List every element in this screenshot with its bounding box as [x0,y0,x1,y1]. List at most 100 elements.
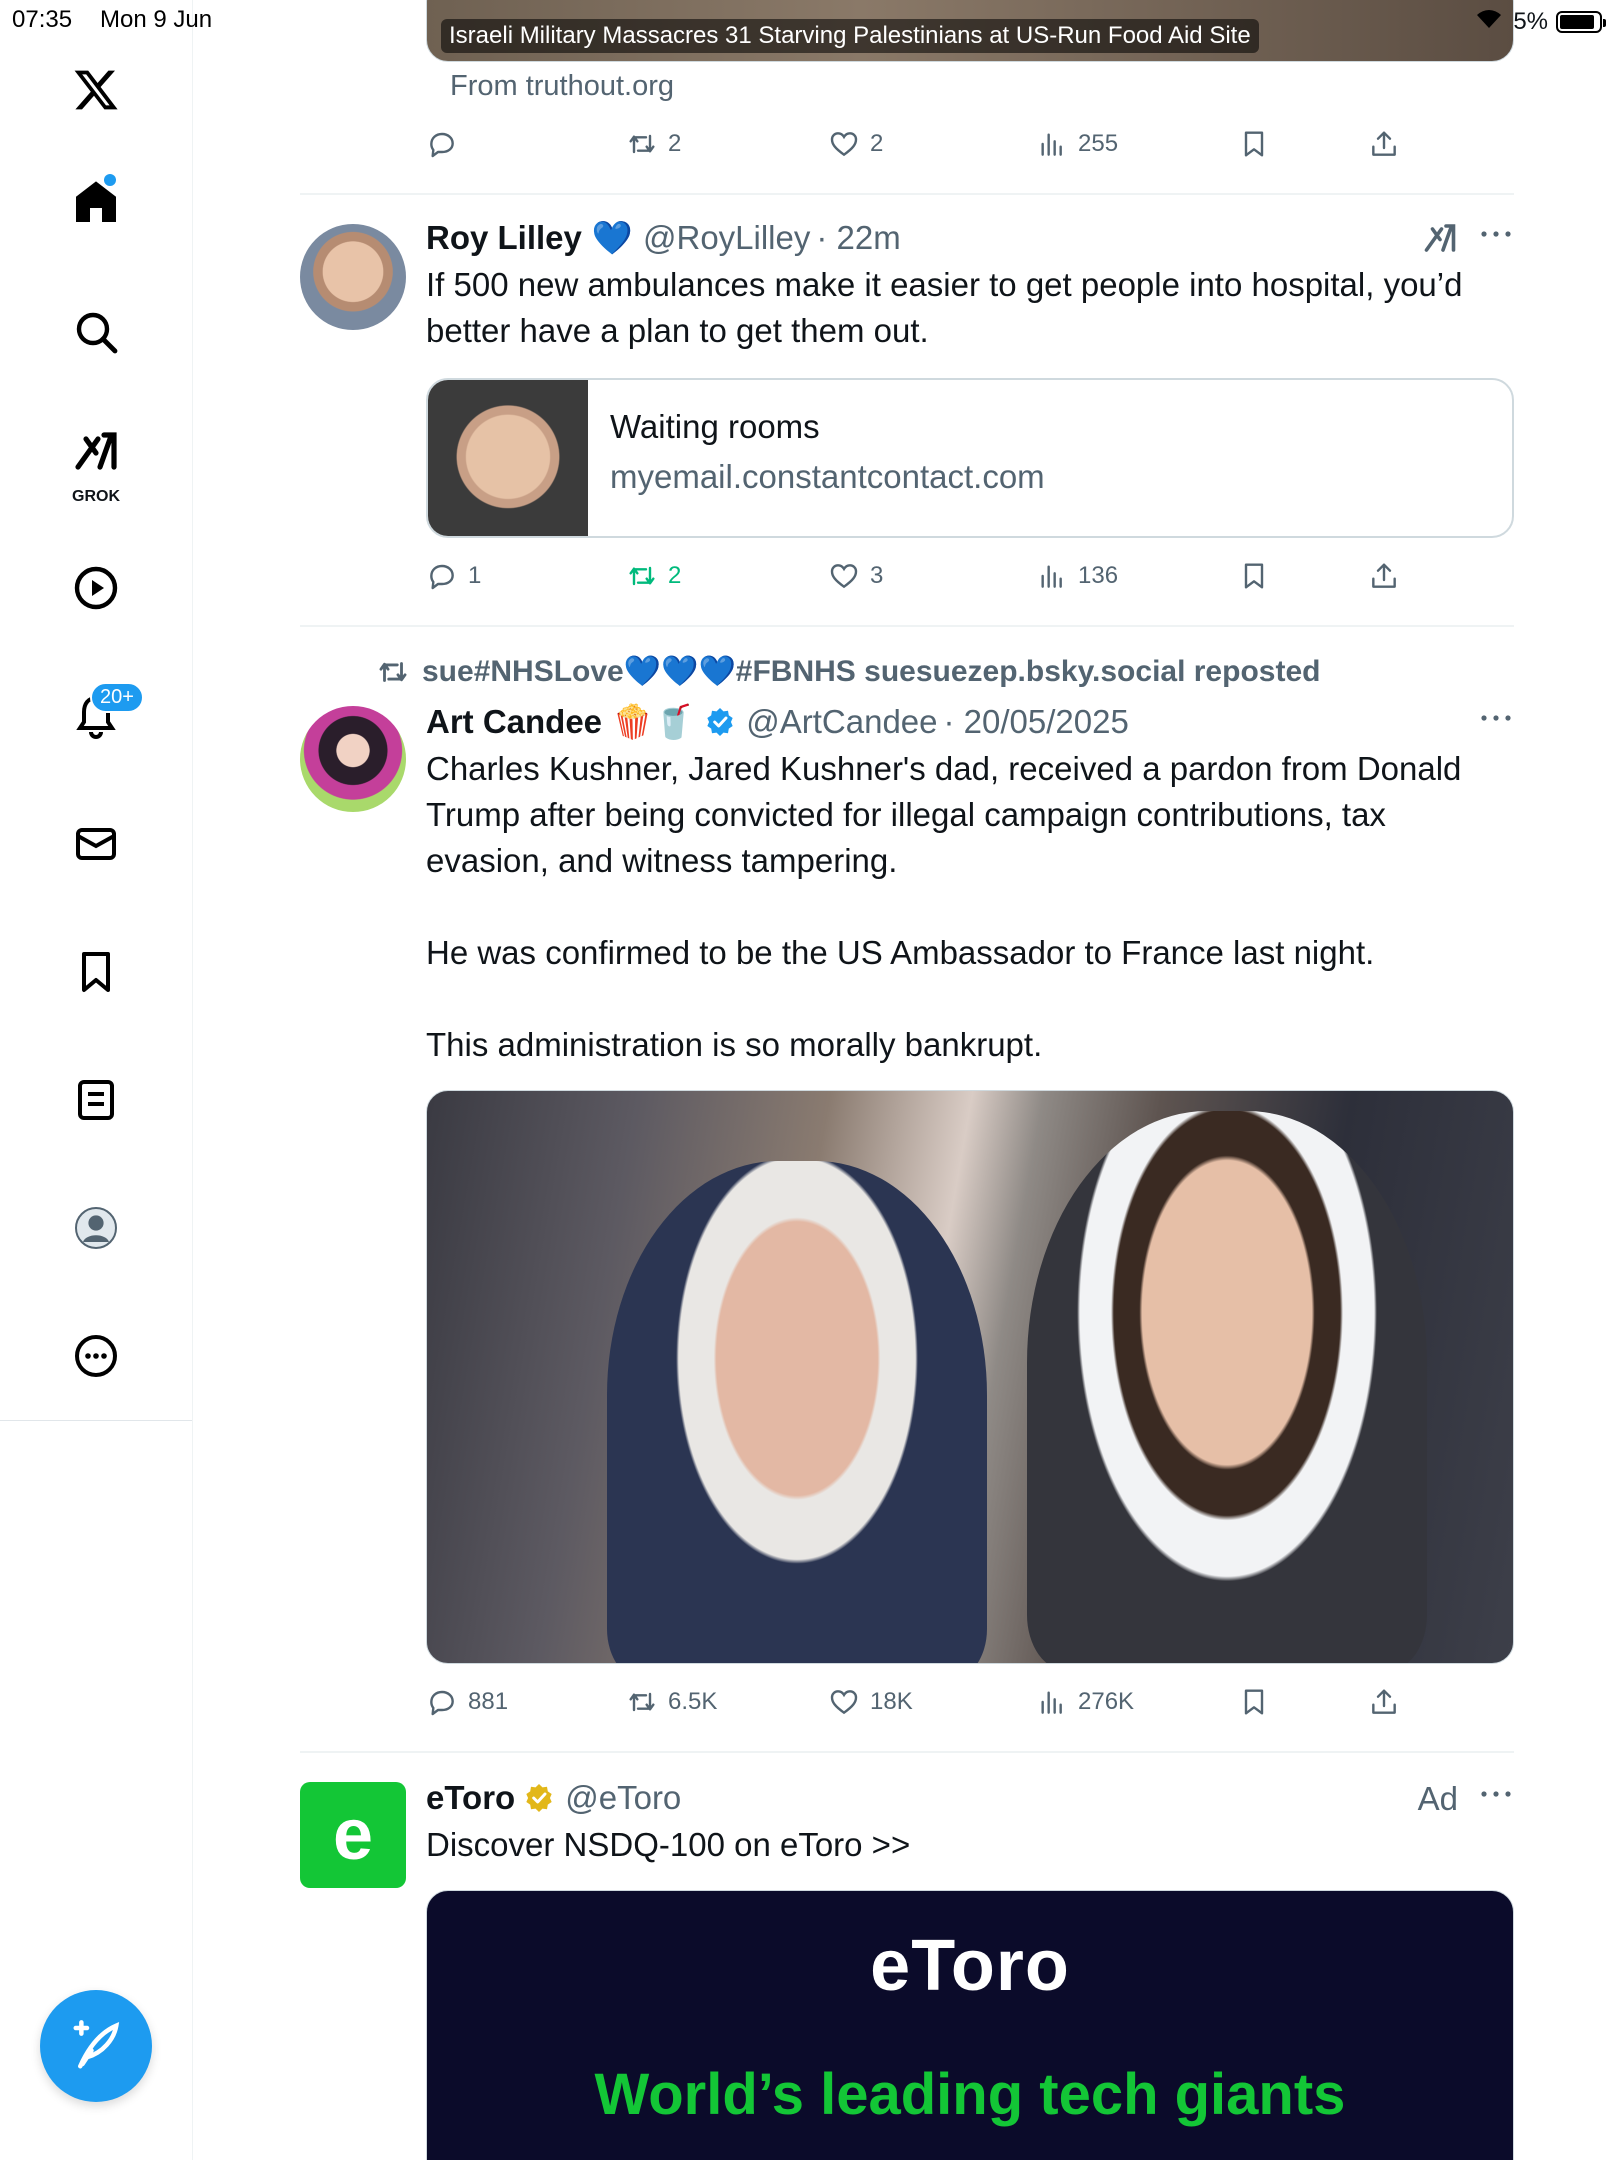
compose-icon [73,2020,120,2069]
photo-person-right [1027,1111,1427,1663]
tweet-text: If 500 new ambulances make it easier to … [426,266,1472,349]
etoro-avatar-logo: e [332,1795,374,1875]
repost-context[interactable]: sue#NHSLove💙💙💙#FBNHS suesuezep.bsky.soci… [376,654,1320,689]
like-icon [830,132,858,157]
home-unread-dot [104,174,116,186]
bookmark-button[interactable] [1238,554,1270,598]
tweet-header: eToro @eToro Ad [426,1776,1514,1820]
handle[interactable]: @ArtCandee [746,703,937,741]
views-icon [1041,565,1062,588]
bookmark-icon [82,952,110,992]
tweet-actions: 2 2 255 [426,122,1406,166]
reply-icon [430,1690,454,1716]
repost-button[interactable]: 2 [626,122,681,166]
more-icon[interactable] [1478,222,1514,246]
nav-notifications[interactable]: 20+ [56,676,144,756]
timestamp[interactable]: · 22m [816,219,900,257]
avatar[interactable] [300,224,406,330]
timestamp[interactable]: · 20/05/2025 [944,703,1129,741]
status-time: 07:35 [12,6,73,33]
like-button[interactable]: 2 [828,122,883,166]
nav-bookmarks[interactable] [56,932,136,1012]
nav-home[interactable] [56,162,136,242]
repost-icon [629,134,655,154]
tweet-content: Roy Lilley 💙 @RoyLilley · 22m If 500 new… [426,216,1514,354]
bookmark-icon [1244,131,1264,157]
article-source[interactable]: From truthout.org [450,70,674,103]
bookmark-button[interactable] [1238,1680,1270,1724]
repost-count: 6.5K [668,1688,718,1715]
like-count: 2 [870,130,884,157]
grok-icon[interactable] [1422,220,1458,256]
nav-messages[interactable] [56,804,136,884]
avatar[interactable]: e [300,1782,406,1888]
nav-video[interactable] [56,548,136,628]
tweet-text: Charles Kushner, Jared Kushner's dad, re… [426,750,1462,1063]
more-icon[interactable] [1478,706,1514,730]
tweet-actions: 881 6.5K 18K 276K [426,1680,1406,1724]
status-right: 5% [1473,6,1606,37]
tweet-photo[interactable] [426,1090,1514,1664]
name-emoji: 🍿🥤 [612,702,695,740]
more-icon[interactable] [1478,1782,1514,1806]
x-logo-icon[interactable] [56,50,136,130]
share-icon [1372,563,1396,588]
like-icon [830,1690,858,1715]
tweet-divider [300,625,1514,627]
nav-more[interactable] [56,1316,136,1396]
bookmark-icon [1244,1689,1264,1715]
views-button[interactable]: 276K [1036,1680,1134,1724]
like-icon [830,564,858,589]
like-button[interactable]: 3 [828,554,883,598]
nav-grok[interactable]: GROK [56,412,136,508]
status-bar: 07:35 Mon 9 Jun 5% [0,0,1620,40]
bookmark-icon [1244,563,1264,589]
link-card-domain: myemail.constantcontact.com [610,458,1045,495]
wifi-icon [1473,6,1505,37]
nav-lists[interactable] [56,1060,136,1140]
views-icon [1041,1691,1062,1714]
handle[interactable]: @RoyLilley [643,219,810,257]
avatar[interactable] [300,706,406,812]
link-card[interactable]: Waiting rooms myemail.constantcontact.co… [426,378,1514,538]
repost-button[interactable]: 6.5K [626,1680,717,1724]
compose-button[interactable] [40,1990,152,2102]
repost-button[interactable]: 2 [626,554,681,598]
tweet-divider [300,193,1514,195]
like-button[interactable]: 18K [828,1680,913,1724]
ad-banner[interactable]: eToro World’s leading tech giants [426,1890,1514,2160]
views-icon [1041,133,1062,156]
reply-button[interactable] [426,122,468,166]
reply-icon [430,564,454,590]
reply-count: 881 [468,1688,509,1715]
link-card-image [428,380,588,536]
views-button[interactable]: 136 [1036,554,1118,598]
share-button[interactable] [1368,1680,1400,1724]
display-name[interactable]: eToro [426,1779,515,1817]
handle[interactable]: @eToro [565,1779,681,1817]
repost-icon [629,566,655,586]
views-button[interactable]: 255 [1036,122,1118,166]
profile-icon [75,1207,117,1249]
share-button[interactable] [1368,122,1400,166]
etoro-logo: eToro [870,1926,1070,2006]
tweet-actions: 1 2 3 136 [426,554,1406,598]
display-name[interactable]: Roy Lilley [426,219,582,257]
nav-profile[interactable] [56,1188,136,1268]
like-count: 18K [870,1688,913,1715]
repost-count: 2 [668,130,682,157]
share-button[interactable] [1368,554,1400,598]
display-name[interactable]: Art Candee [426,703,602,741]
verified-badge-icon [707,708,733,736]
reply-button[interactable]: 1 [426,554,481,598]
share-icon [1372,1689,1396,1714]
bookmark-button[interactable] [1238,122,1270,166]
name-emoji: 💙 [591,218,633,256]
tweet-text: Discover NSDQ-100 on eToro >> [426,1826,911,1863]
video-icon [74,566,118,610]
nav-search[interactable] [56,292,136,372]
tweet-divider [300,1751,1514,1753]
reply-button[interactable]: 881 [426,1680,508,1724]
repost-icon [379,661,407,682]
grok-label: GROK [72,488,120,505]
